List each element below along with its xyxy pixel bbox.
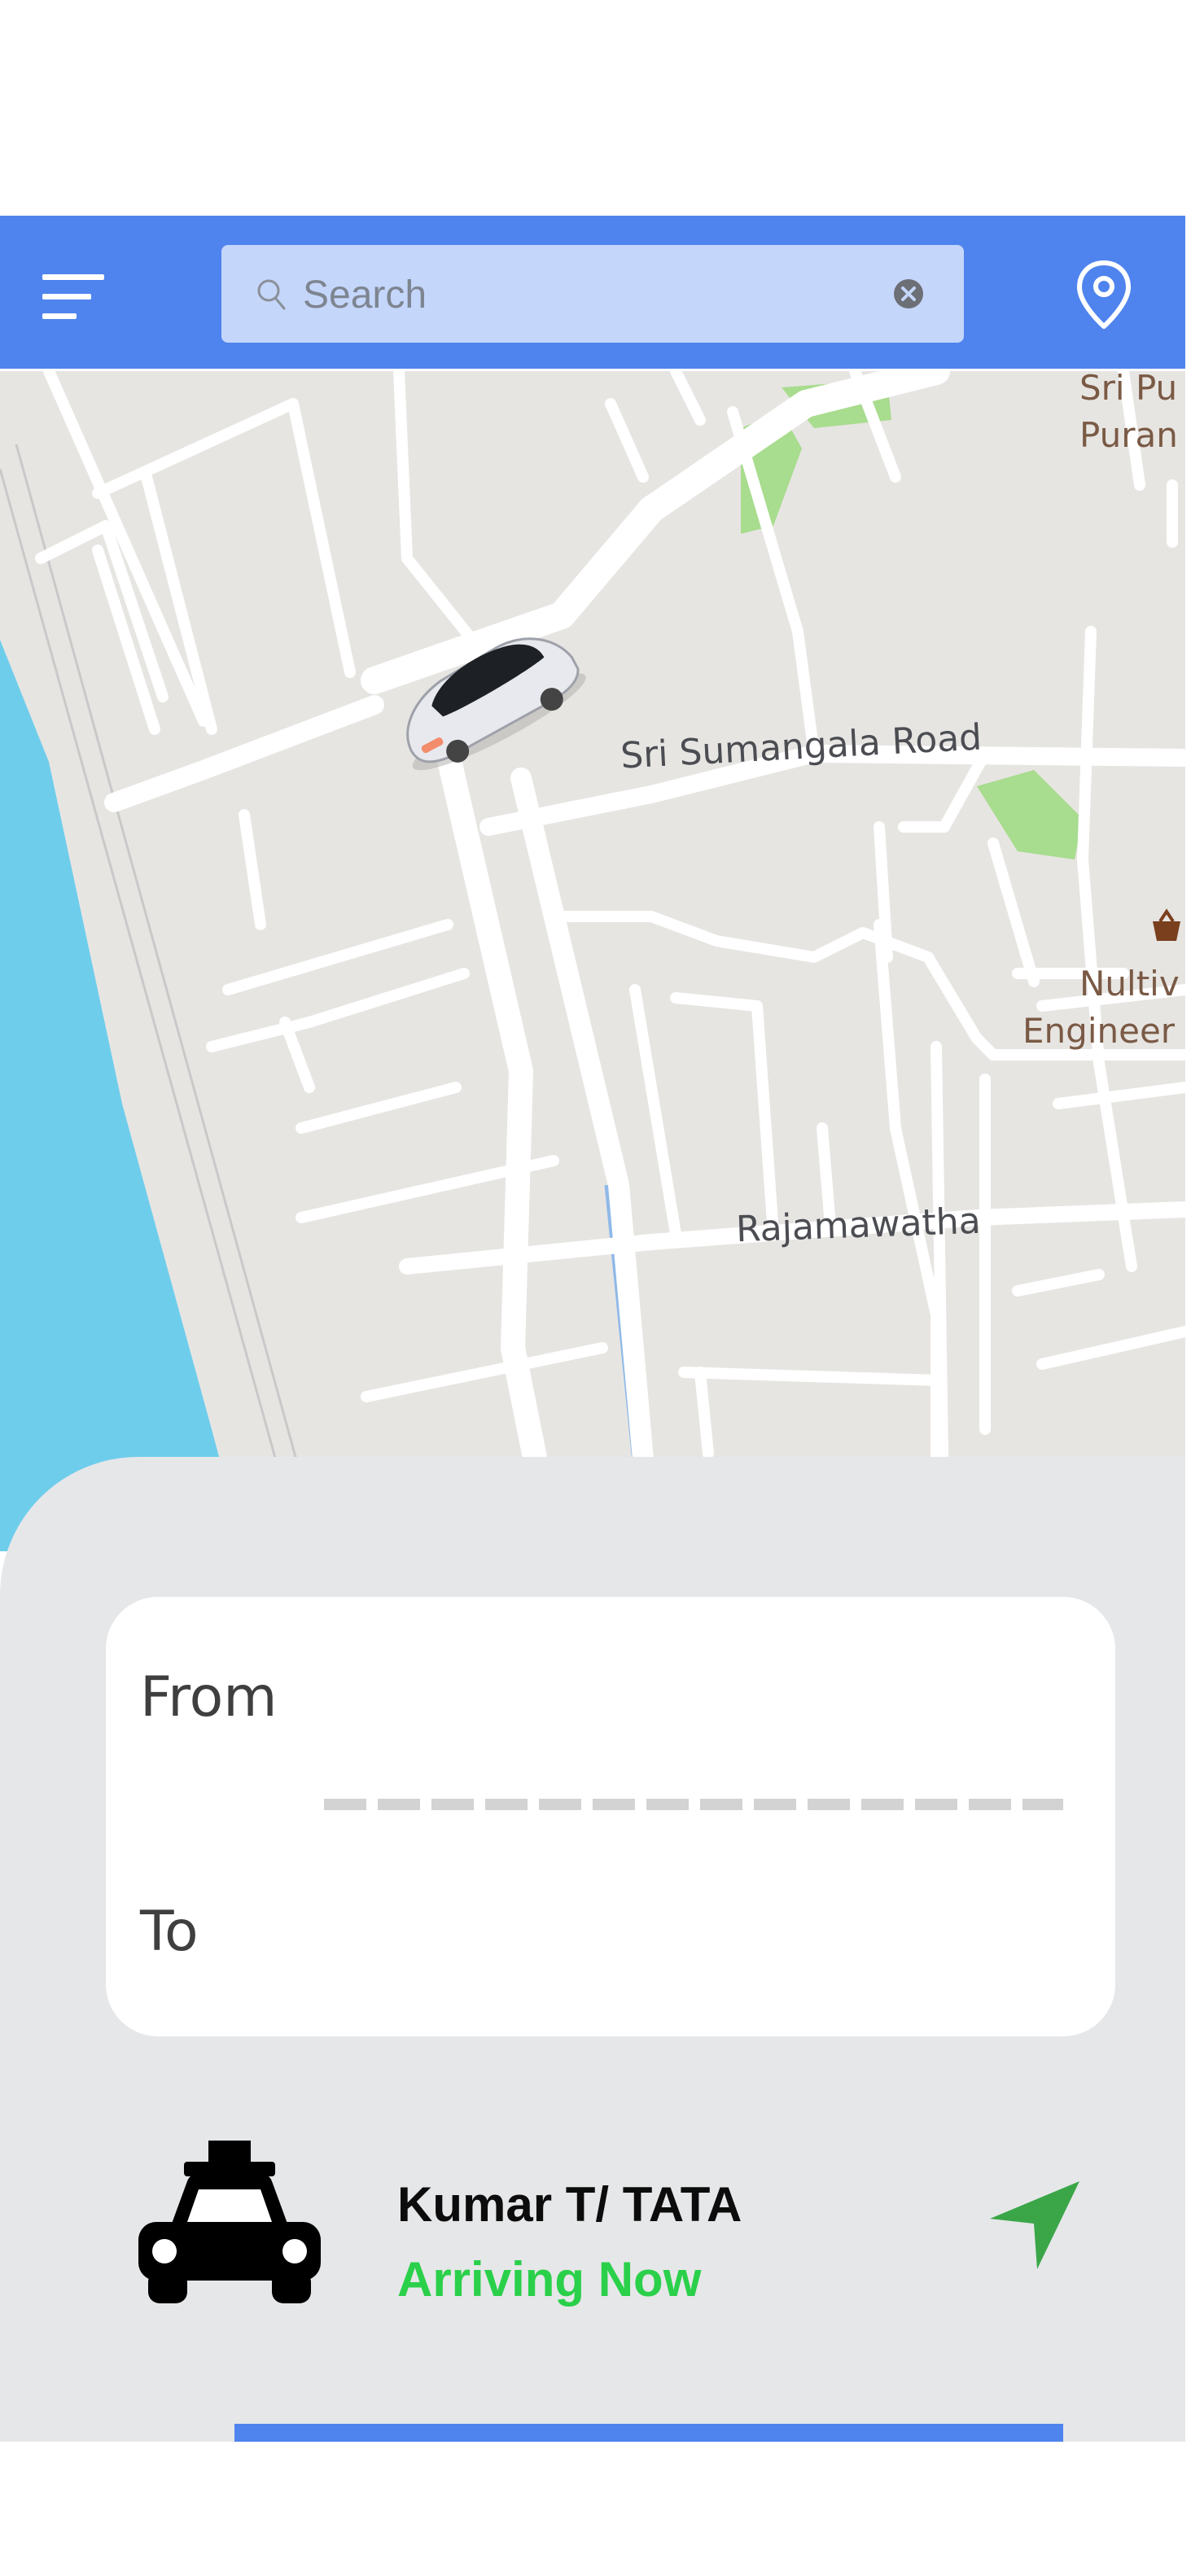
from-field[interactable]: From [140,1665,277,1730]
place-label: Engineer [1022,1011,1176,1051]
map-view[interactable]: Sri Sumangala Road Rajamawatha Sri Pu Pu… [0,371,1185,1551]
app-screen: Sri Sumangala Road Rajamawatha Sri Pu Pu… [0,0,1191,2576]
map-pin-icon[interactable] [1075,258,1133,331]
route-card[interactable]: From To [106,1597,1115,2036]
search-input[interactable] [301,261,891,328]
top-bar [0,216,1185,369]
search-bar[interactable] [221,245,964,343]
car-icon[interactable] [374,612,602,791]
trip-panel: From To Kumar T/ TATA Arriving Now [0,1457,1185,2442]
place-label: Sri Pu [1079,371,1178,408]
place-label: Nultiv [1079,964,1180,1004]
driver-name: Kumar T/ TATA [397,2177,742,2232]
driver-info[interactable]: Kumar T/ TATA Arriving Now [0,2141,1185,2336]
taxi-icon [138,2141,321,2303]
search-icon [257,279,286,310]
shopping-basket-icon [1153,908,1180,941]
hamburger-menu-icon[interactable] [42,266,111,333]
home-indicator-bar[interactable] [234,2424,1063,2442]
navigation-arrow-icon[interactable] [987,2176,1084,2274]
clear-icon[interactable] [892,278,925,310]
driver-status: Arriving Now [397,2252,702,2307]
road-label: Rajamawatha [735,1200,982,1251]
map-base [0,371,1185,1551]
place-label: Puran [1079,415,1178,455]
route-divider [324,1799,1063,1810]
to-field[interactable]: To [140,1900,199,1964]
